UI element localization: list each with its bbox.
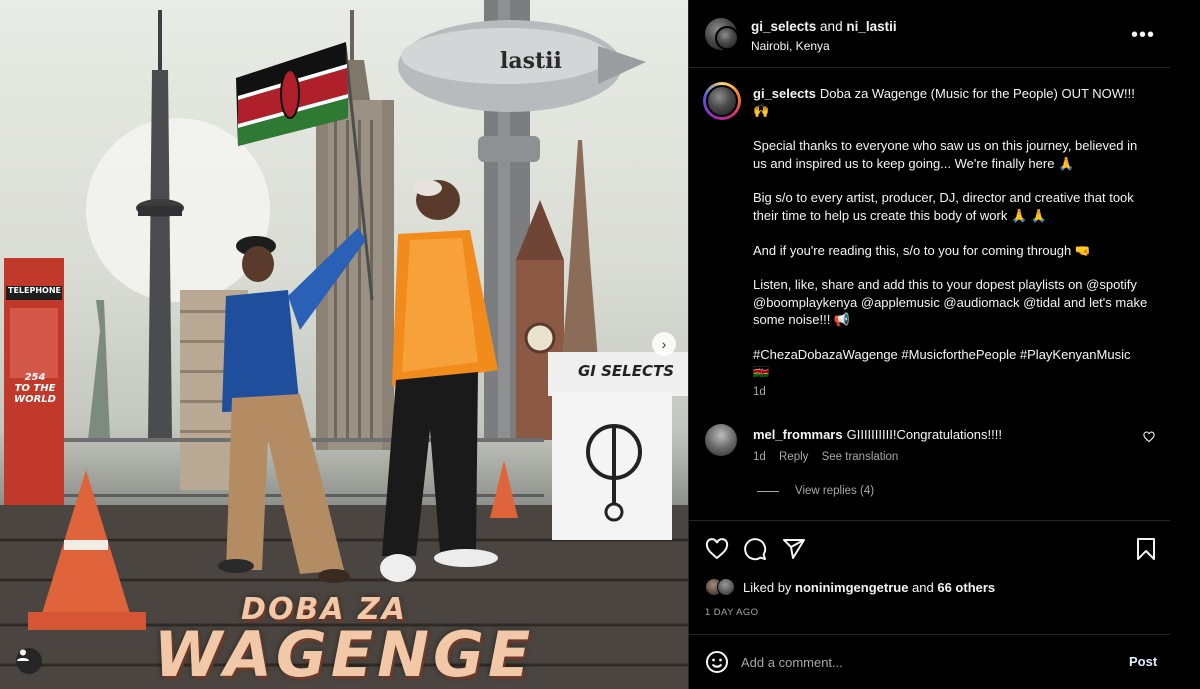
reply-button[interactable]: Reply [779, 451, 808, 463]
caption-paragraph: Special thanks to everyone who saw us on… [753, 138, 1138, 171]
sticker-line: 254 [24, 372, 46, 383]
comment-input[interactable] [741, 651, 1101, 673]
tagged-users-button[interactable] [16, 648, 42, 674]
gi-selects-sign: GI SELECTS [578, 362, 675, 380]
post-sidebar: gi_selects and ni_lastii Nairobi, Kenya … [688, 0, 1171, 689]
post-actions: Liked by noninimgengetrue and 66 others … [689, 520, 1171, 636]
liker-username[interactable]: noninimgengetrue [795, 580, 908, 595]
divider [757, 490, 779, 492]
likes-prefix: Liked by [743, 579, 796, 595]
254-sticker: 254 TO THE WORLD [12, 372, 58, 405]
caption-timestamp: 1d [753, 386, 766, 398]
album-title-line2: WAGENGE [153, 618, 535, 689]
post-image[interactable]: lastii TELEPHONE 254 TO THE WORLD GI SEL… [0, 0, 688, 689]
heart-icon [705, 538, 729, 560]
page-gutter [1170, 0, 1200, 689]
caption-hashtags[interactable]: #ChezaDobazaWagenge #MusicforthePeople #… [753, 346, 1149, 381]
caption-paragraph: Listen, like, share and add this to your… [753, 277, 1148, 328]
author-username[interactable]: gi_selects [751, 19, 816, 34]
heart-icon [1143, 431, 1155, 443]
caption-paragraph: And if you're reading this, s/o to you f… [753, 242, 1092, 258]
post-header: gi_selects and ni_lastii Nairobi, Kenya … [689, 0, 1171, 68]
likes-text: Liked by noninimgengetrue and 66 others [743, 580, 995, 595]
post-date[interactable]: 1 DAY AGO [705, 607, 758, 618]
album-artwork [0, 0, 688, 689]
caption-text: gi_selects Doba za Wagenge (Music for the… [753, 85, 1149, 398]
comment-icon [744, 538, 767, 561]
share-icon [783, 539, 805, 559]
post-caption: gi_selects Doba za Wagenge (Music for the… [689, 68, 1171, 520]
bookmark-icon [1137, 538, 1155, 560]
comment-meta: 1d Reply See translation [753, 451, 908, 463]
sticker-line: TO THE [14, 383, 56, 394]
chevron-right-icon: › [661, 336, 667, 352]
more-icon: ••• [1131, 24, 1156, 46]
emoji-picker-button[interactable] [705, 650, 729, 679]
authors-joiner: and [816, 19, 847, 34]
caption-username[interactable]: gi_selects [753, 86, 816, 101]
avatar[interactable] [715, 26, 739, 50]
more-options-button[interactable]: ••• [1131, 24, 1155, 47]
comment-text: mel_frommars GIIIIIIIIII!Congratulations!… [753, 427, 1002, 442]
emoji-icon [706, 651, 728, 673]
post-comment-button[interactable]: Post [1129, 654, 1157, 669]
comment-timestamp: 1d [753, 451, 766, 463]
like-comment-button[interactable] [1143, 430, 1155, 448]
collaborator-username[interactable]: ni_lastii [846, 19, 896, 34]
view-replies-button[interactable]: View replies (4) [757, 485, 874, 497]
view-replies-label: View replies (4) [795, 485, 875, 497]
comment-body: GIIIIIIIIII!Congratulations!!!! [846, 427, 1002, 442]
likes-joiner: and [908, 579, 938, 595]
see-translation-button[interactable]: See translation [822, 451, 899, 463]
post-authors: gi_selects and ni_lastii [751, 19, 897, 34]
next-image-button[interactable]: › [652, 332, 676, 356]
sticker-line: WORLD [14, 394, 56, 405]
likes-summary[interactable]: Liked by noninimgengetrue and 66 others [705, 578, 995, 596]
story-ring[interactable] [703, 82, 741, 120]
save-button[interactable] [1135, 537, 1157, 566]
avatar [706, 85, 738, 117]
likes-count[interactable]: 66 others [937, 580, 995, 595]
caption-paragraph: Big s/o to every artist, producer, DJ, d… [753, 190, 1134, 223]
avatar[interactable] [705, 424, 737, 456]
share-button[interactable] [782, 537, 806, 566]
like-button[interactable] [705, 537, 729, 566]
post-location[interactable]: Nairobi, Kenya [751, 39, 830, 53]
blimp-label: lastii [500, 48, 562, 74]
comment-username[interactable]: mel_frommars [753, 427, 843, 442]
tag-user-icon [17, 649, 29, 661]
avatar [717, 578, 735, 596]
comment-button[interactable] [743, 537, 767, 566]
add-comment-bar: Post [689, 634, 1171, 689]
telephone-booth-sign: TELEPHONE [8, 286, 62, 295]
